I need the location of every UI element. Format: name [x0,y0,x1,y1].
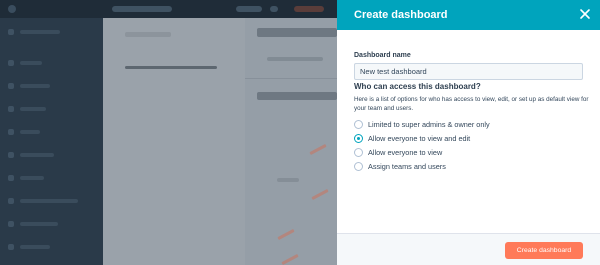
drawer-title: Create dashboard [354,9,448,21]
dashboard-name-label: Dashboard name [354,52,411,59]
access-option-view-and-edit[interactable]: Allow everyone to view and edit [354,133,554,144]
access-option-view-only[interactable]: Allow everyone to view [354,147,554,158]
radio-label: Limited to super admins & owner only [368,120,490,129]
radio-label: Allow everyone to view and edit [368,134,471,143]
dashboard-name-input[interactable] [354,63,583,80]
create-dashboard-drawer: Create dashboard Dashboard name Who can … [337,0,600,265]
access-description: Here is a list of options for who has ac… [354,96,589,112]
app-logo-icon [8,5,16,13]
background-sidebar [0,18,103,265]
radio-label: Allow everyone to view [368,148,443,157]
create-dashboard-button[interactable]: Create dashboard [505,242,583,259]
drawer-footer: Create dashboard [337,233,600,265]
radio-label: Assign teams and users [368,162,446,171]
radio-button[interactable] [354,162,363,171]
access-option-assign-teams[interactable]: Assign teams and users [354,161,554,172]
background-list-panel [103,18,245,265]
drawer-header: Create dashboard [337,0,600,30]
access-option-super-admins[interactable]: Limited to super admins & owner only [354,119,554,130]
radio-button-selected[interactable] [354,134,363,143]
radio-button[interactable] [354,120,363,129]
close-button[interactable] [579,8,591,20]
close-icon [580,9,590,19]
access-heading: Who can access this dashboard? [354,82,481,91]
radio-button[interactable] [354,148,363,157]
